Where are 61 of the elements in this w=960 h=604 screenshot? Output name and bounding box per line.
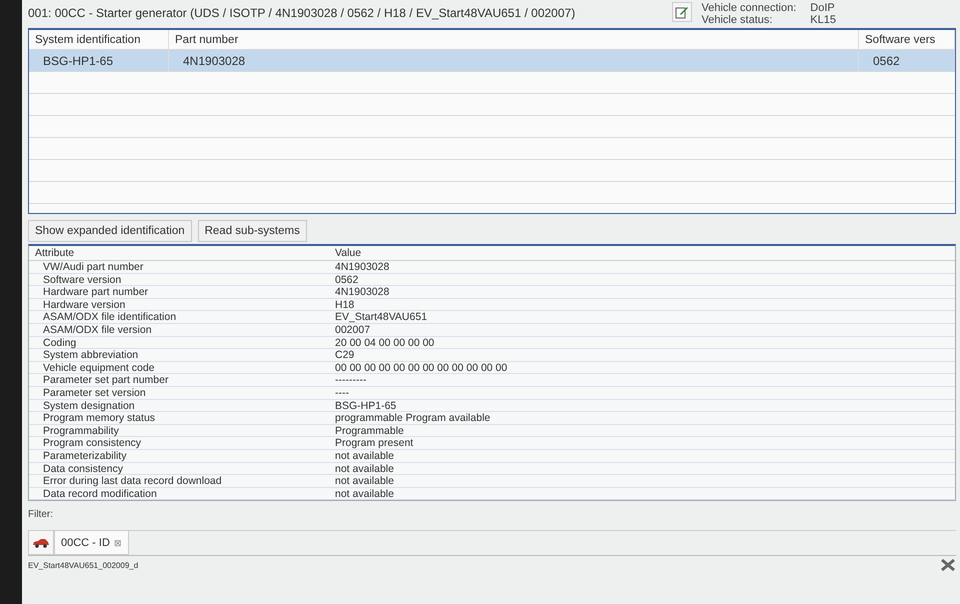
connection-value: DoIP	[810, 2, 836, 14]
value-cell-text: H18	[334, 298, 356, 311]
value-cell-text: not available	[334, 488, 395, 500]
filter-label: Filter:	[28, 509, 54, 520]
attribute-cell-text: ASAM/ODX file version	[42, 324, 153, 336]
window-title: 001: 00CC - Starter generator (UDS / ISOTP / 4N1903028 / 0562 / H18 / EV_Start48VAU651 / 002007)	[28, 5, 576, 20]
value-cell-text: not available	[334, 462, 395, 474]
attribute-cell-text: ASAM/ODX file identification	[42, 311, 178, 324]
attribute-cell-text: VW/Audi part number	[42, 261, 144, 273]
column-header[interactable]: Part number	[169, 30, 859, 49]
value-cell-text: ---------	[334, 374, 368, 386]
attribute-cell-text: Parameter set version	[42, 386, 147, 399]
toolbar-button[interactable]: Read sub-systems	[198, 220, 307, 242]
attribute-cell-text: Program memory status	[42, 412, 156, 424]
attribute-cell-text: Software version	[42, 274, 122, 286]
value-cell-text: not available	[334, 450, 395, 462]
value-cell-text: 0562	[334, 274, 360, 286]
value-cell-text: BSG-HP1-65	[334, 400, 398, 412]
attribute-cell-text: System abbreviation	[42, 349, 140, 362]
attribute-cell-text: Parameter set part number	[42, 374, 170, 386]
value-cell-text: 00 00 00 00 00 00 00 00 00 00 00 00	[334, 362, 508, 374]
status-label: Vehicle status:	[702, 14, 774, 26]
table-cell: 4N1903028	[169, 50, 859, 71]
vehicle-button[interactable]	[28, 530, 54, 556]
attribute-cell-text: Data consistency	[42, 462, 124, 474]
attribute-cell-text: System designation	[42, 400, 136, 412]
column-header[interactable]: Attribute	[29, 247, 329, 259]
attribute-cell-text: Vehicle equipment code	[42, 362, 156, 374]
car-icon	[32, 538, 50, 548]
value-cell-text: C29	[334, 349, 356, 362]
column-header[interactable]: Software vers	[859, 30, 955, 49]
value-cell-text: not available	[334, 475, 395, 488]
tab[interactable]: 00CC - ID ⊠	[54, 530, 129, 556]
value-cell-text: 20 00 04 00 00 00 00	[334, 336, 436, 349]
value-cell-text: ----	[334, 386, 350, 399]
table-cell: BSG-HP1-65	[29, 50, 169, 71]
attribute-cell-text: Error during last data record download	[42, 475, 223, 488]
attribute-cell-text: Parameterizability	[42, 450, 128, 462]
attribute-cell-text: Programmability	[42, 424, 120, 437]
value-cell-text: 4N1903028	[334, 261, 390, 273]
value-cell-text: EV_Start48VAU651	[334, 311, 428, 324]
edit-button[interactable]	[672, 2, 692, 22]
value-cell-text: 4N1903028	[334, 286, 390, 298]
attribute-cell-text: Hardware version	[42, 298, 126, 311]
attribute-cell-text: Coding	[42, 336, 78, 349]
status-value: KL15	[810, 14, 836, 26]
value-cell-text: Program present	[334, 437, 414, 450]
value-cell-text: 002007	[334, 324, 372, 336]
connection-label: Vehicle connection:	[702, 2, 796, 14]
column-header[interactable]: Value	[329, 247, 955, 259]
value-cell-text: Programmable	[334, 424, 405, 437]
status-text: EV_Start48VAU651_002009_d	[28, 560, 138, 570]
toolbar-button[interactable]: Show expanded identification	[28, 220, 192, 242]
column-header[interactable]: System identification	[29, 30, 169, 49]
table-row[interactable]: BSG-HP1-65 4N1903028 0562	[29, 50, 955, 72]
attribute-cell-text: Data record modification	[42, 488, 158, 500]
pencil-icon	[674, 5, 688, 19]
attribute-cell-text: Hardware part number	[42, 286, 150, 298]
value-cell-text: programmable Program available	[334, 412, 492, 424]
table-cell: 0562	[859, 50, 955, 71]
attribute-cell-text: Program consistency	[42, 437, 142, 450]
